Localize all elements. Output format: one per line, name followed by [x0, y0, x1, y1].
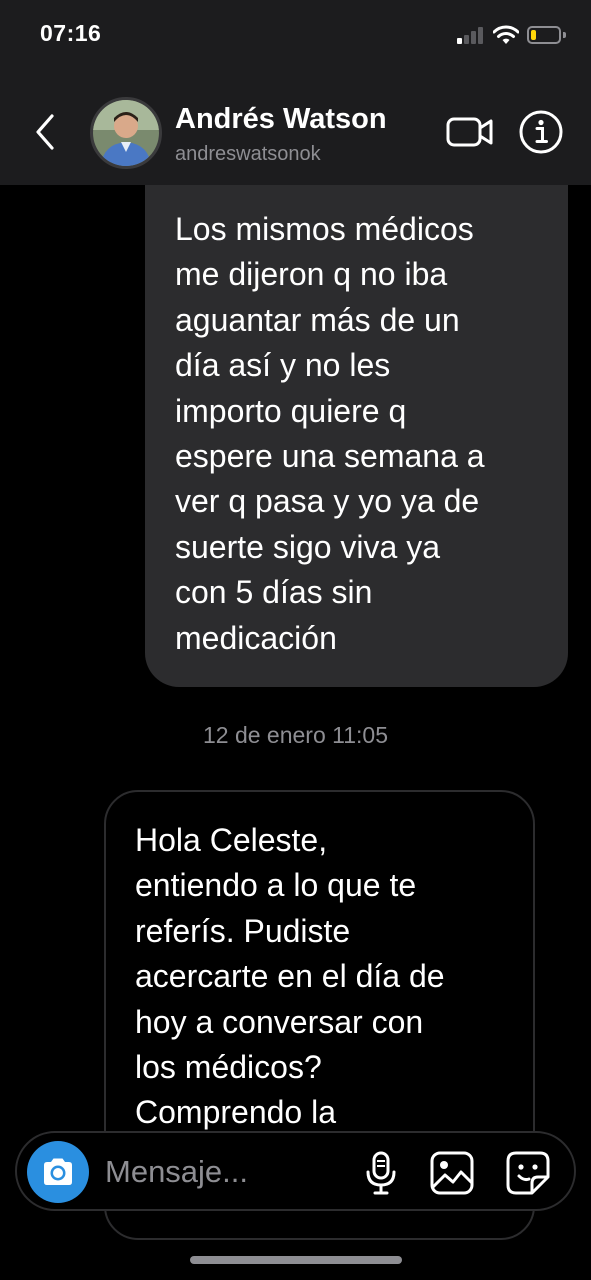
message-composer [15, 1131, 576, 1211]
microphone-icon[interactable] [363, 1150, 399, 1196]
signal-icon [457, 26, 487, 44]
contact-name[interactable]: Andrés Watson [175, 103, 387, 136]
camera-button[interactable] [27, 1141, 89, 1203]
message-input[interactable] [105, 1150, 345, 1194]
outgoing-message-bubble[interactable]: Los mismos médicos me dijeron q no iba a… [145, 185, 568, 687]
battery-low-icon [527, 26, 561, 44]
message-text: Los mismos médicos me dijeron q no iba a… [175, 211, 485, 656]
timestamp-text: 12 de enero 11:05 [202, 722, 388, 748]
status-time: 07:16 [40, 20, 102, 46]
message-text: Hola Celeste, entiendo a lo que te refer… [135, 822, 445, 1131]
contact-handle[interactable]: andreswatsonok [175, 143, 321, 166]
status-icons [457, 24, 567, 46]
avatar-image [93, 100, 159, 166]
info-icon[interactable] [518, 109, 564, 155]
wifi-icon [493, 25, 519, 44]
sticker-icon[interactable] [505, 1150, 551, 1196]
battery-tip [563, 32, 566, 38]
chevron-left-icon[interactable] [30, 112, 62, 152]
home-indicator[interactable] [190, 1256, 402, 1264]
camera-icon [44, 1158, 72, 1185]
avatar[interactable] [90, 97, 162, 169]
gallery-icon[interactable] [429, 1150, 475, 1196]
timestamp: 12 de enero 11:05 [0, 722, 591, 749]
chat-screen: 07:16 Andrés Watson andreswatsonok Los m… [0, 0, 591, 1280]
video-camera-icon[interactable] [446, 113, 494, 151]
